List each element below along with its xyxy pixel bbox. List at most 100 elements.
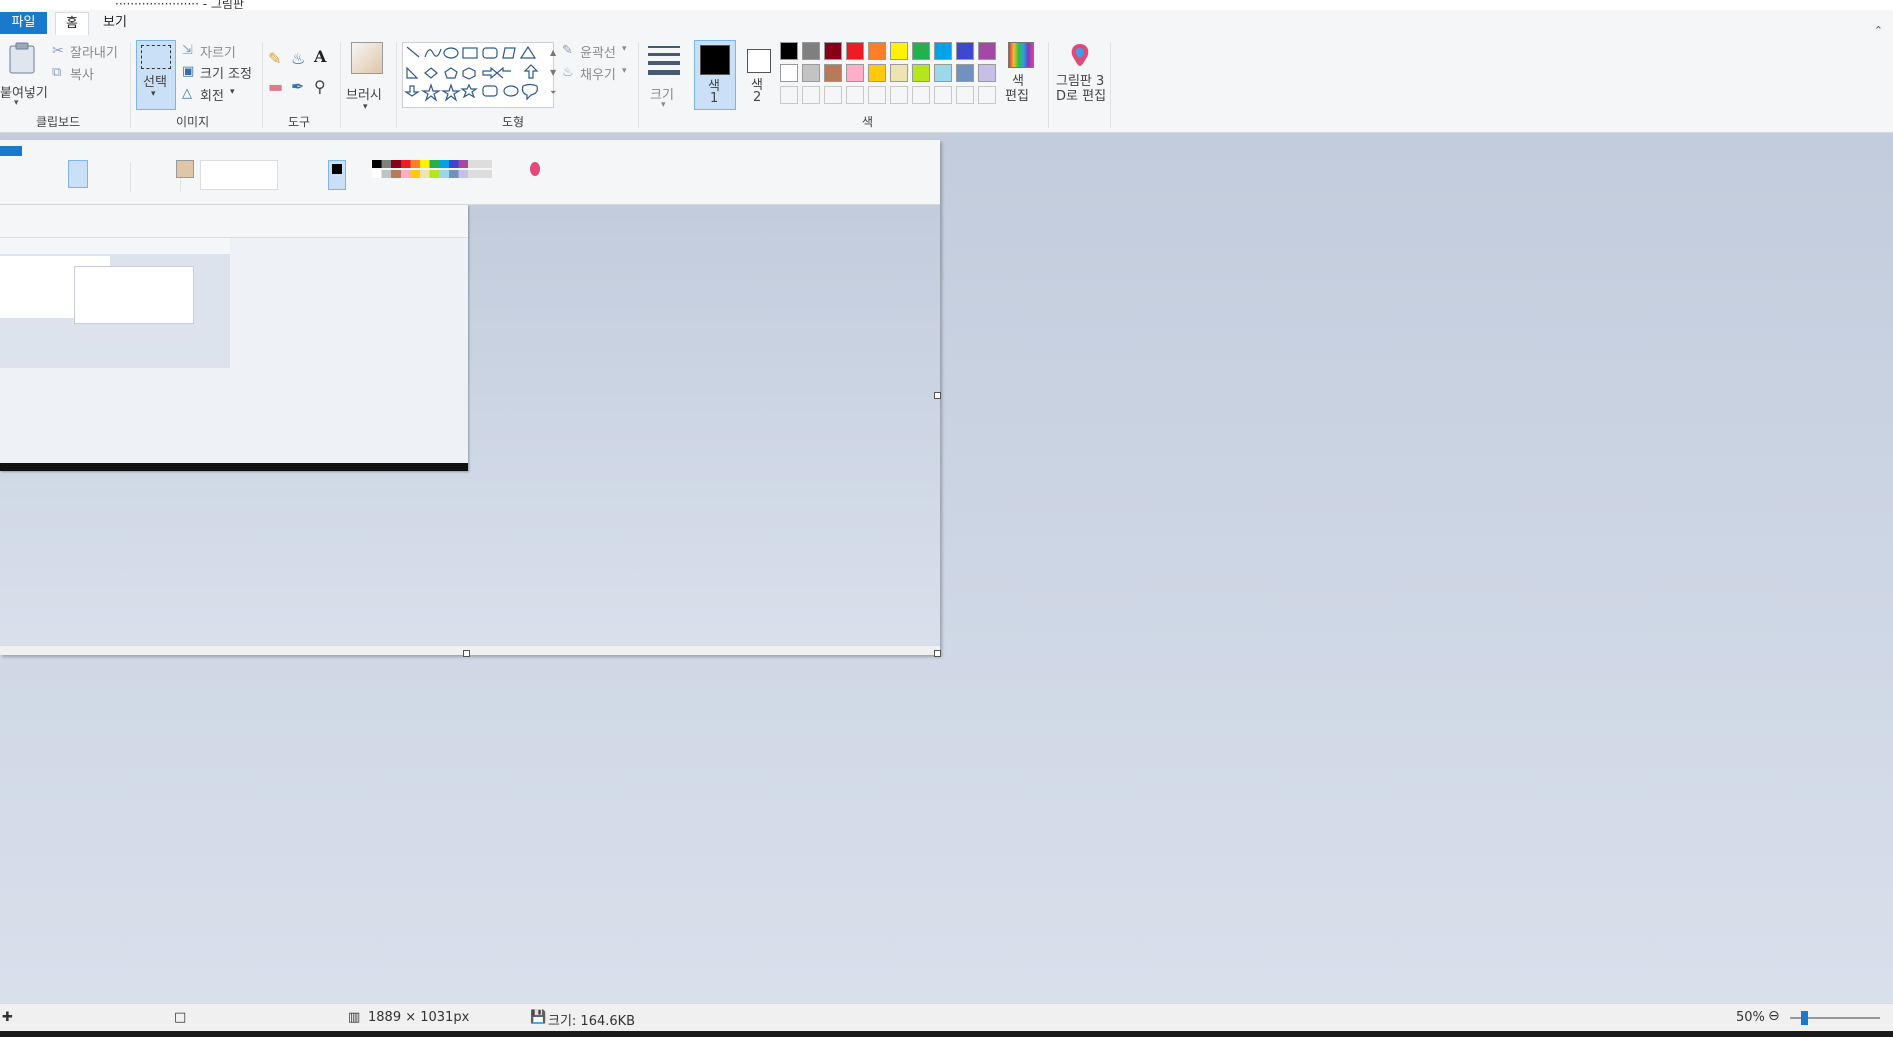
outline-button[interactable]: ✎ 윤곽선 ▾ <box>562 42 627 61</box>
copy-icon: ⧉ <box>52 65 62 80</box>
shapes-icon <box>404 45 539 102</box>
rotate-button[interactable]: △ 회전 ▾ <box>182 85 235 104</box>
color-swatch[interactable] <box>978 64 996 82</box>
empty-color-swatch[interactable] <box>978 86 996 104</box>
file-size-icon: 💾 <box>530 1010 547 1025</box>
color-swatch[interactable] <box>802 64 820 82</box>
resize-handle-corner[interactable] <box>934 650 941 657</box>
color-swatch[interactable] <box>978 42 996 60</box>
color-swatch[interactable] <box>956 64 974 82</box>
scroll-up-icon[interactable]: ▲ <box>550 44 556 62</box>
resize-icon: ▣ <box>182 64 195 79</box>
selection-size-icon: □ <box>174 1010 187 1025</box>
tab-home[interactable]: 홈 <box>55 12 89 35</box>
fill-bucket-icon[interactable]: ♨ <box>291 50 305 68</box>
empty-color-swatch[interactable] <box>912 86 930 104</box>
empty-color-swatch[interactable] <box>868 86 886 104</box>
zoom-out-icon[interactable]: ⊖ <box>1768 1008 1780 1024</box>
chevron-down-icon: ▾ <box>230 87 235 97</box>
tab-file[interactable]: 파일 <box>0 12 47 34</box>
empty-color-swatch[interactable] <box>934 86 952 104</box>
resize-button[interactable]: ▣ 크기 조정 <box>182 63 252 82</box>
color-swatch[interactable] <box>934 42 952 60</box>
zoom-level: 50% <box>1736 1010 1765 1025</box>
rotate-label: 회전 <box>200 89 224 104</box>
scissors-icon: ✂ <box>52 43 64 59</box>
color-swatch[interactable] <box>846 64 864 82</box>
cut-button[interactable]: ✂ 잘라내기 <box>52 42 118 61</box>
brushes-button[interactable]: 브러시 ▾ <box>346 42 386 112</box>
edit-with-paint3d-button[interactable]: 그림판 3 D로 편집 <box>1054 42 1106 108</box>
color-picker-icon[interactable]: ✒ <box>291 78 304 96</box>
select-label: 선택 <box>143 75 167 90</box>
color-swatch[interactable] <box>912 64 930 82</box>
nested-canvas-thumbnail <box>0 205 940 645</box>
fill-button[interactable]: ♨ 채우기 ▾ <box>562 64 627 83</box>
ribbon: 붙여넣기 ▾ ✂ 잘라내기 ⧉ 복사 클립보드 선택 ▾ ⇲ 자르기 ▣ 크기 … <box>0 36 1893 133</box>
rotate-icon: △ <box>182 86 192 101</box>
empty-color-swatch[interactable] <box>824 86 842 104</box>
crop-icon: ⇲ <box>182 43 193 58</box>
color2-swatch <box>747 49 771 73</box>
color-swatch[interactable] <box>780 64 798 82</box>
color-swatch[interactable] <box>824 42 842 60</box>
color-swatch[interactable] <box>868 42 886 60</box>
empty-color-swatch[interactable] <box>780 86 798 104</box>
shapes-gallery[interactable] <box>402 42 554 108</box>
group-label-image: 이미지 <box>176 115 210 129</box>
empty-color-swatch[interactable] <box>802 86 820 104</box>
outline-icon: ✎ <box>562 43 573 58</box>
color-swatch[interactable] <box>890 64 908 82</box>
color-swatch[interactable] <box>868 64 886 82</box>
scroll-down-icon[interactable]: ▼ <box>550 64 556 82</box>
color1-number: 1 <box>710 91 719 106</box>
select-button[interactable]: 선택 ▾ <box>136 40 176 110</box>
fill-label: 채우기 <box>580 68 616 83</box>
expand-gallery-icon[interactable]: ⏷ <box>550 84 556 102</box>
magnifier-icon[interactable]: ⚲ <box>314 78 326 96</box>
paste-label: 붙여넣기 <box>0 86 48 101</box>
group-label-clipboard: 클립보드 <box>36 115 81 129</box>
paste-button[interactable]: 붙여넣기 <box>0 40 48 104</box>
empty-color-swatch[interactable] <box>956 86 974 104</box>
color-swatch[interactable] <box>780 42 798 60</box>
color-wheel-icon <box>1008 42 1034 68</box>
color-swatch[interactable] <box>912 42 930 60</box>
color-swatch[interactable] <box>846 42 864 60</box>
paint3d-icon <box>1071 44 1089 66</box>
brushes-label: 브러시 <box>346 88 382 103</box>
color-swatch[interactable] <box>802 42 820 60</box>
nested-statusbar-thumbnail <box>0 645 940 655</box>
color2-button[interactable]: 색 2 <box>740 40 776 108</box>
paint3d-line2: D로 편집 <box>1056 89 1107 104</box>
color1-swatch <box>700 45 730 75</box>
size-button[interactable]: 크기 ▾ <box>644 42 684 110</box>
file-size: 크기: 164.6KB <box>548 1014 636 1029</box>
canvas-image[interactable] <box>0 140 940 655</box>
eraser-icon[interactable]: ▬ <box>268 78 283 96</box>
chevron-down-icon: ▾ <box>661 100 666 110</box>
crop-button[interactable]: ⇲ 자르기 <box>182 42 236 61</box>
color-swatch[interactable] <box>890 42 908 60</box>
color2-number: 2 <box>753 90 762 105</box>
zoom-slider-thumb[interactable] <box>1801 1011 1809 1025</box>
chevron-down-icon[interactable]: ▾ <box>14 94 19 112</box>
cursor-position-icon: ✚ <box>2 1010 13 1025</box>
selection-icon <box>141 45 171 69</box>
tab-view[interactable]: 보기 <box>93 12 137 34</box>
color-swatch[interactable] <box>934 64 952 82</box>
empty-color-swatch[interactable] <box>890 86 908 104</box>
text-icon[interactable]: A <box>314 48 326 66</box>
color-swatch[interactable] <box>956 42 974 60</box>
pencil-icon[interactable]: ✎ <box>268 50 281 68</box>
color1-button[interactable]: 색 1 <box>694 40 736 110</box>
color-swatch[interactable] <box>824 64 842 82</box>
copy-button[interactable]: ⧉ 복사 <box>52 64 94 83</box>
edit-colors-button[interactable]: 색 편집 <box>1002 42 1038 108</box>
resize-handle-right[interactable] <box>934 392 941 399</box>
brush-icon <box>351 42 383 74</box>
empty-color-swatch[interactable] <box>846 86 864 104</box>
resize-handle-bottom[interactable] <box>463 650 470 657</box>
line-width-icon <box>648 46 680 75</box>
group-label-tools: 도구 <box>288 115 311 129</box>
